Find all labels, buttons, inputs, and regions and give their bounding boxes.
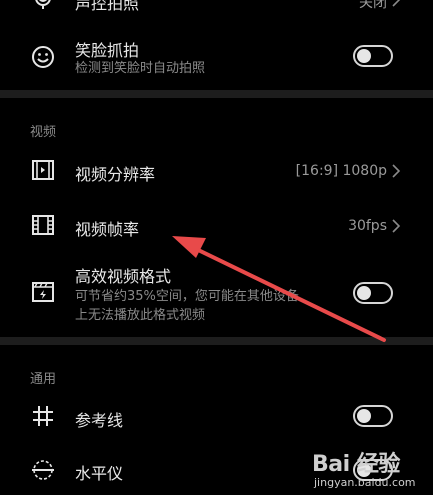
video-resolution-value: [16:9] 1080p <box>295 163 387 179</box>
video-resolution-icon <box>30 157 56 183</box>
video-framerate-value: 30fps <box>348 218 387 234</box>
video-resolution-row[interactable]: 视频分辨率 [16:9] 1080p <box>0 145 433 195</box>
efficient-format-row[interactable]: 高效视频格式 可节省约35%空间，您可能在其他设备 上无法播放此格式视频 <box>0 255 433 330</box>
level-title: 水平仪 <box>75 464 124 483</box>
grid-icon <box>30 403 56 429</box>
chevron-right-icon <box>392 219 401 233</box>
toggle-knob <box>357 286 371 300</box>
smile-capture-toggle[interactable] <box>353 45 393 67</box>
watermark-logo: Bai 经验 <box>312 452 400 477</box>
level-icon <box>30 457 56 483</box>
voice-capture-title: 声控拍照 <box>75 0 140 13</box>
section-header-general: 通用 <box>30 372 57 387</box>
watermark-url: jingyan.baidu.com <box>314 476 416 489</box>
section-divider <box>0 337 433 345</box>
grid-toggle[interactable] <box>353 405 393 427</box>
smile-capture-title: 笑脸抓拍 <box>75 41 140 60</box>
toggle-knob <box>357 409 371 423</box>
chevron-right-icon <box>392 0 401 7</box>
section-header-video: 视频 <box>30 125 57 140</box>
voice-capture-value: 关闭 <box>359 0 387 11</box>
chevron-right-icon <box>392 164 401 178</box>
voice-capture-row[interactable]: 声控拍照 关闭 <box>0 0 433 20</box>
efficient-format-toggle[interactable] <box>353 282 393 304</box>
film-icon <box>30 212 56 238</box>
video-framerate-row[interactable]: 视频帧率 30fps <box>0 200 433 250</box>
toggle-knob <box>357 49 371 63</box>
microphone-icon <box>30 0 56 12</box>
efficient-format-subtitle-line2: 上无法播放此格式视频 <box>75 308 206 323</box>
grid-row[interactable]: 参考线 <box>0 390 433 442</box>
efficient-format-subtitle-line1: 可节省约35%空间，您可能在其他设备 <box>75 289 299 304</box>
smile-capture-row[interactable]: 笑脸抓拍 检测到笑脸时自动拍照 <box>0 30 433 85</box>
watermark: Bai 经验 jingyan.baidu.com <box>312 446 432 494</box>
smile-capture-subtitle: 检测到笑脸时自动拍照 <box>75 61 206 76</box>
video-format-icon <box>30 279 56 305</box>
efficient-format-title: 高效视频格式 <box>75 267 172 286</box>
section-divider <box>0 90 433 98</box>
smile-icon <box>30 44 56 70</box>
video-resolution-title: 视频分辨率 <box>75 165 156 184</box>
grid-title: 参考线 <box>75 411 124 430</box>
video-framerate-title: 视频帧率 <box>75 220 140 239</box>
